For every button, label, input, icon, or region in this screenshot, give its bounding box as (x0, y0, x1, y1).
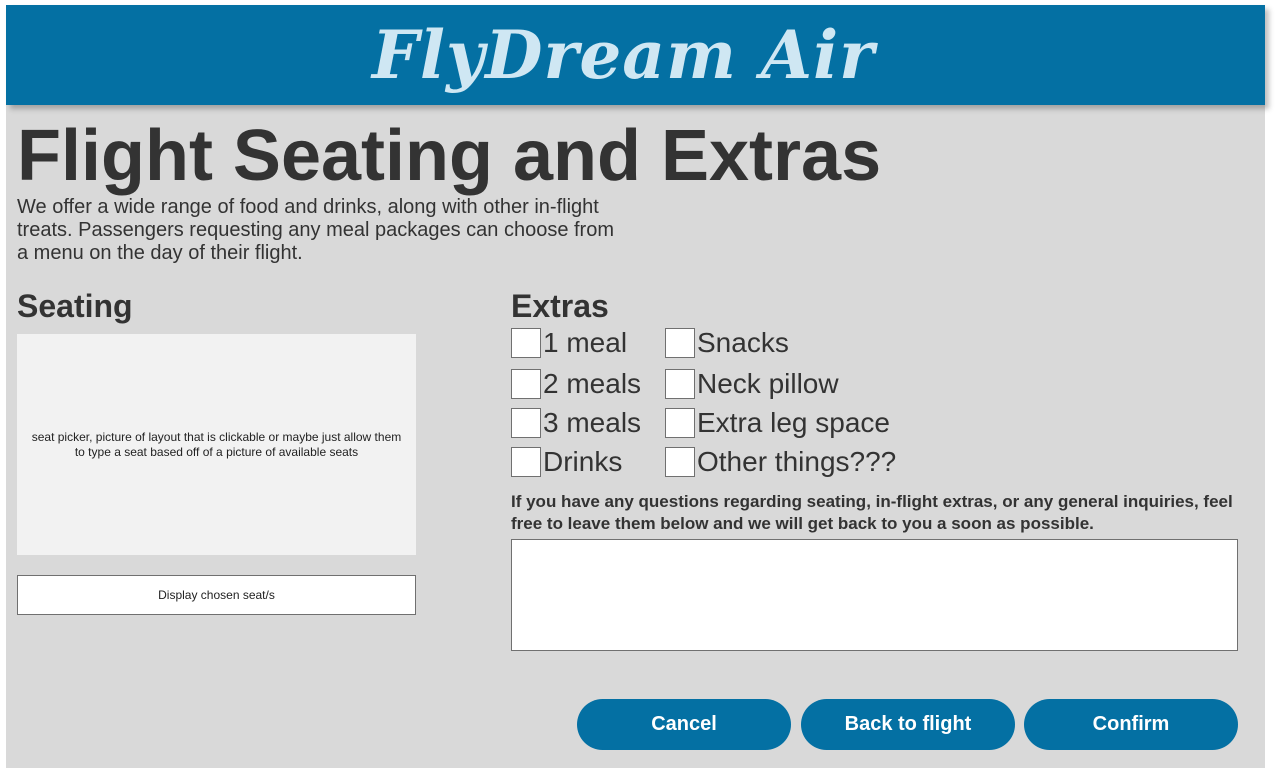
extra-checkbox-snacks[interactable] (665, 328, 695, 358)
extra-checkbox-1-meal[interactable] (511, 328, 541, 358)
seating-title: Seating (17, 288, 133, 324)
seat-picker-label: seat picker, picture of layout that is c… (31, 429, 402, 459)
extra-label: 3 meals (543, 407, 642, 438)
extra-checkbox-extra-leg-space[interactable] (665, 408, 695, 438)
extras-title: Extras (511, 288, 609, 324)
back-to-flight-button[interactable]: Back to flight (801, 699, 1015, 750)
extra-option[interactable]: 3 meals (511, 407, 641, 439)
intro-text: We offer a wide range of food and drinks… (17, 196, 614, 264)
extra-label: Other things??? (697, 446, 897, 477)
inquiry-prompt: If you have any questions regarding seat… (511, 492, 1233, 533)
extra-checkbox-neck-pillow[interactable] (665, 369, 695, 399)
extra-label: Drinks (543, 446, 623, 477)
extra-checkbox-2-meals[interactable] (511, 369, 541, 399)
confirm-button[interactable]: Confirm (1024, 699, 1238, 750)
extra-option[interactable]: Neck pillow (665, 368, 839, 400)
extra-option[interactable]: Extra leg space (665, 407, 890, 439)
extra-option[interactable]: Snacks (665, 327, 789, 359)
cancel-button[interactable]: Cancel (577, 699, 791, 750)
extra-option[interactable]: Other things??? (665, 446, 896, 478)
extra-label: 1 meal (543, 327, 628, 358)
extra-option[interactable]: 1 meal (511, 327, 627, 359)
extra-option[interactable]: 2 meals (511, 368, 641, 400)
extra-checkbox-other-things[interactable] (665, 447, 695, 477)
extra-checkbox-drinks[interactable] (511, 447, 541, 477)
brand-logo: FlyDream Air (372, 16, 875, 94)
extra-checkbox-3-meals[interactable] (511, 408, 541, 438)
extra-label: Extra leg space (697, 407, 890, 438)
inquiry-textarea[interactable] (511, 539, 1238, 651)
extra-label: Neck pillow (697, 368, 839, 399)
display-seats-button[interactable]: Display chosen seat/s (17, 575, 416, 615)
site-header: FlyDream Air (6, 5, 1265, 105)
extra-label: 2 meals (543, 368, 642, 399)
extra-label: Snacks (697, 327, 789, 358)
extra-option[interactable]: Drinks (511, 446, 622, 478)
page-title: Flight Seating and Extras (17, 116, 882, 196)
seat-picker[interactable]: seat picker, picture of layout that is c… (17, 334, 416, 555)
